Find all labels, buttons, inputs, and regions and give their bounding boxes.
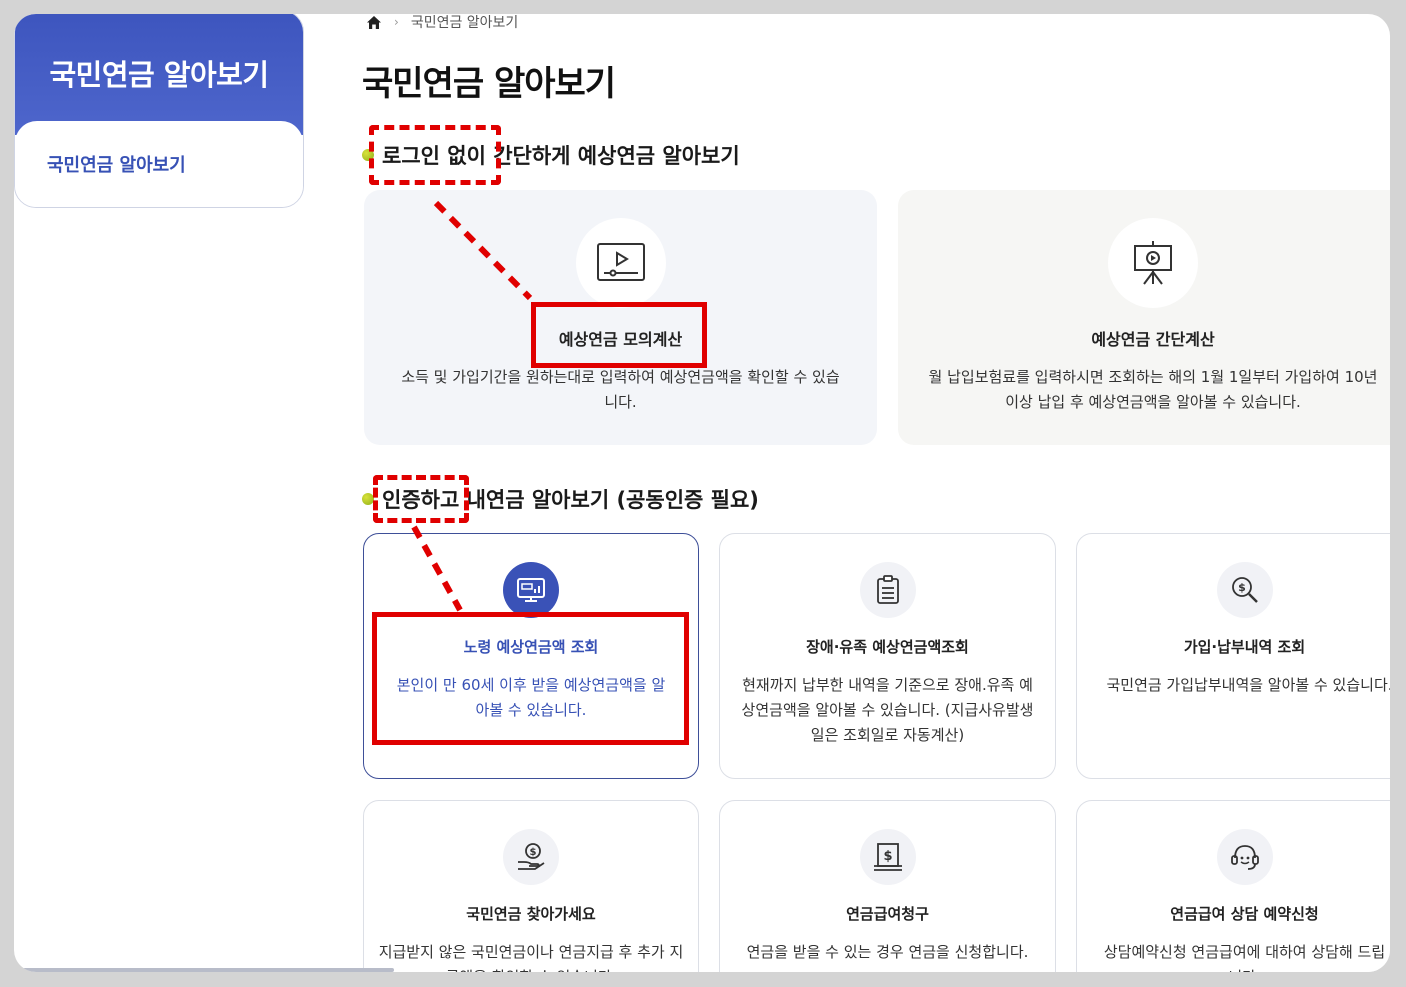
bank-dollar-icon: $ [859,829,916,885]
home-icon[interactable] [366,15,382,30]
card-title: 예상연금 간단계산 [1091,330,1215,349]
magnifier-dollar-icon: $ [1216,562,1273,618]
sidebar-item-pension-overview[interactable]: 국민연금 알아보기 [15,121,303,207]
page-title: 국민연금 알아보기 [362,64,616,104]
annotation-dashed-box-section1 [369,125,501,185]
breadcrumb: › 국민연금 알아보기 [366,14,518,32]
card-disability-survivor-inquiry[interactable]: 장애·유족 예상연금액조회 현재까지 납부한 내역을 기준으로 장애.유족 예상… [719,533,1056,779]
card-title: 가입·납부내역 조회 [1183,638,1306,656]
svg-text:$: $ [530,847,537,858]
card-pension-quick-calc[interactable]: 예상연금 간단계산 월 납입보험료를 입력하시면 조회하는 해의 1월 1일부터… [898,190,1390,445]
breadcrumb-separator-icon: › [394,15,399,29]
monitor-chart-icon [503,562,559,618]
horizontal-scrollbar[interactable] [14,968,394,972]
video-player-icon [575,218,666,308]
card-title: 연금급여청구 [846,905,929,923]
card-title: 연금급여 상담 예약신청 [1170,905,1319,923]
annotation-dashed-box-section2 [373,475,469,523]
card-description: 월 납입보험료를 입력하시면 조회하는 해의 1월 1일부터 가입하여 10년 … [928,368,1378,411]
card-description: 국민연금 가입납부내역을 알아볼 수 있습니다. [1106,676,1390,694]
card-description: 지급받지 않은 국민연금이나 연금지급 후 추가 지급액을 확인할 수 있습니다… [378,943,684,972]
sidebar: 국민연금 알아보기 국민연금 알아보기 [14,14,304,208]
breadcrumb-current[interactable]: 국민연금 알아보기 [411,14,519,32]
card-description: 상담예약신청 연금급여에 대하여 상담해 드립니다. [1103,943,1386,972]
card-description: 현재까지 납부한 내역을 기준으로 장애.유족 예상연금액을 알아볼 수 있습니… [741,676,1034,744]
card-title: 국민연금 찾아가세요 [466,905,596,923]
card-subscription-payment-history[interactable]: $ 가입·납부내역 조회 국민연금 가입납부내역을 알아볼 수 있습니다. [1076,533,1390,779]
card-description: 소득 및 가입기간을 원하는대로 입력하여 예상연금액을 확인할 수 있습니다. [401,368,840,411]
page: 국민연금 알아보기 국민연금 알아보기 › 국민연금 알아보기 국민연금 알아보… [14,14,1390,972]
annotation-box-simulation [531,302,707,368]
headset-icon [1216,829,1273,885]
card-pension-benefit-claim[interactable]: $ 연금급여청구 연금을 받을 수 있는 경우 연금을 신청합니다. [719,800,1056,972]
annotation-box-old-age-pension [372,612,689,745]
svg-text:$: $ [883,849,892,864]
card-description: 연금을 받을 수 있는 경우 연금을 신청합니다. [746,943,1029,961]
card-find-pension[interactable]: $ 국민연금 찾아가세요 지급받지 않은 국민연금이나 연금지급 후 추가 지급… [363,800,699,972]
card-title: 장애·유족 예상연금액조회 [806,638,969,656]
clipboard-icon [859,562,916,618]
hand-coin-icon: $ [503,829,559,885]
presentation-screen-icon [1108,218,1198,308]
sidebar-heading: 국민연금 알아보기 [15,14,303,135]
svg-text:$: $ [1238,581,1246,594]
card-benefit-consultation-reservation[interactable]: 연금급여 상담 예약신청 상담예약신청 연금급여에 대하여 상담해 드립니다. [1076,800,1390,972]
